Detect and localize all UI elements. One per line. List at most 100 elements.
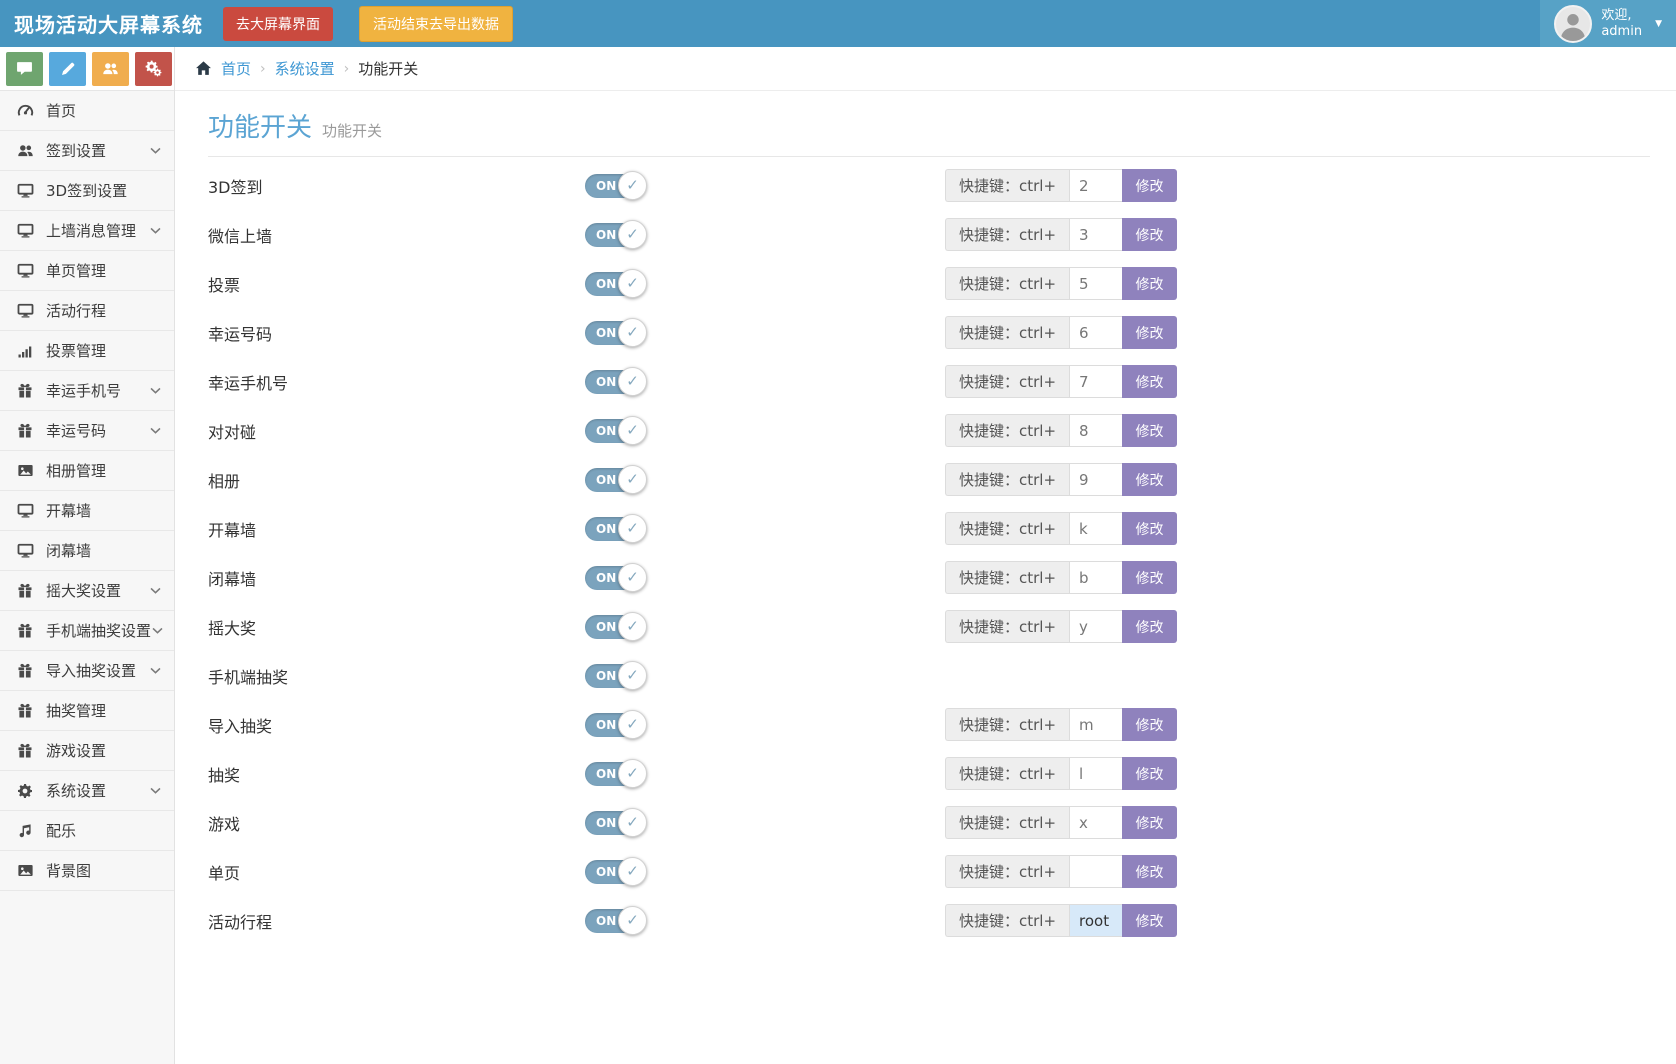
sidebar-item-17[interactable]: 游戏设置: [0, 731, 174, 771]
sidebar-item-4[interactable]: 上墙消息管理: [0, 211, 174, 251]
shortcut-prefix: 快捷键：ctrl+: [945, 855, 1069, 888]
shortcut-prefix: 快捷键：ctrl+: [945, 414, 1069, 447]
sidebar-item-6[interactable]: 活动行程: [0, 291, 174, 331]
quick-edit-button[interactable]: [49, 52, 86, 86]
check-icon: ✓: [618, 661, 647, 690]
modify-button[interactable]: 修改: [1122, 806, 1177, 839]
welcome-text: 欢迎, admin: [1601, 8, 1642, 39]
sidebar-item-1[interactable]: 首页: [0, 91, 174, 131]
modify-button[interactable]: 修改: [1122, 316, 1177, 349]
sidebar-item-12[interactable]: 闭幕墙: [0, 531, 174, 571]
modify-button[interactable]: 修改: [1122, 267, 1177, 300]
feature-toggle-on[interactable]: ON ✓: [585, 566, 643, 590]
quick-comment-button[interactable]: [6, 52, 43, 86]
breadcrumb-section-link[interactable]: 系统设置: [275, 58, 335, 79]
shortcut-input[interactable]: [1069, 561, 1122, 594]
sidebar-nav: 首页 签到设置 3D签到设置 上墙消息管理 单页管理 活动行程 投票管理 幸运手…: [0, 91, 174, 891]
feature-toggle-on[interactable]: ON ✓: [585, 321, 643, 345]
sidebar-item-5[interactable]: 单页管理: [0, 251, 174, 291]
modify-button[interactable]: 修改: [1122, 463, 1177, 496]
sidebar-item-7[interactable]: 投票管理: [0, 331, 174, 371]
feature-toggle-on[interactable]: ON ✓: [585, 762, 643, 786]
gift-icon: [17, 383, 34, 399]
sidebar-item-13[interactable]: 摇大奖设置: [0, 571, 174, 611]
sidebar-item-8[interactable]: 幸运手机号: [0, 371, 174, 411]
quick-settings-button[interactable]: [135, 52, 172, 86]
sidebar-item-9[interactable]: 幸运号码: [0, 411, 174, 451]
feature-label: 摇大奖: [208, 615, 585, 639]
caret-down-icon: ▼: [1655, 19, 1662, 29]
shortcut-input[interactable]: [1069, 855, 1122, 888]
shortcut-input[interactable]: [1069, 169, 1122, 202]
modify-button[interactable]: 修改: [1122, 610, 1177, 643]
feature-toggle-on[interactable]: ON ✓: [585, 615, 643, 639]
feature-toggle-on[interactable]: ON ✓: [585, 909, 643, 933]
title-divider: [208, 156, 1650, 157]
sidebar-item-2[interactable]: 签到设置: [0, 131, 174, 171]
shortcut-input[interactable]: [1069, 806, 1122, 839]
sidebar-item-20[interactable]: 背景图: [0, 851, 174, 891]
quick-users-button[interactable]: [92, 52, 129, 86]
sidebar-item-18[interactable]: 系统设置: [0, 771, 174, 811]
user-menu[interactable]: 欢迎, admin ▼: [1540, 0, 1676, 47]
modify-button[interactable]: 修改: [1122, 365, 1177, 398]
modify-button[interactable]: 修改: [1122, 512, 1177, 545]
sidebar-item-16[interactable]: 抽奖管理: [0, 691, 174, 731]
shortcut-input[interactable]: [1069, 463, 1122, 496]
modify-button[interactable]: 修改: [1122, 414, 1177, 447]
shortcut-group: 快捷键：ctrl+ 修改: [945, 855, 1177, 888]
modify-button[interactable]: 修改: [1122, 708, 1177, 741]
modify-button[interactable]: 修改: [1122, 561, 1177, 594]
sidebar-item-3[interactable]: 3D签到设置: [0, 171, 174, 211]
shortcut-input[interactable]: [1069, 316, 1122, 349]
music-icon: [17, 823, 34, 839]
monitor-icon: [17, 542, 34, 559]
feature-toggle-on[interactable]: ON ✓: [585, 272, 643, 296]
sidebar-item-14[interactable]: 手机端抽奖设置: [0, 611, 174, 651]
shortcut-input[interactable]: [1069, 267, 1122, 300]
shortcut-group: 快捷键：ctrl+ 修改: [945, 708, 1177, 741]
feature-toggle-on[interactable]: ON ✓: [585, 811, 643, 835]
page-title: 功能开关: [208, 107, 312, 144]
shortcut-input[interactable]: [1069, 904, 1122, 937]
feature-toggle-on[interactable]: ON ✓: [585, 860, 643, 884]
feature-toggle-on[interactable]: ON ✓: [585, 713, 643, 737]
shortcut-input[interactable]: [1069, 365, 1122, 398]
modify-button[interactable]: 修改: [1122, 904, 1177, 937]
modify-button[interactable]: 修改: [1122, 169, 1177, 202]
shortcut-input[interactable]: [1069, 512, 1122, 545]
feature-label: 导入抽奖: [208, 713, 585, 737]
shortcut-prefix: 快捷键：ctrl+: [945, 316, 1069, 349]
modify-button[interactable]: 修改: [1122, 855, 1177, 888]
feature-toggle-on[interactable]: ON ✓: [585, 370, 643, 394]
feature-toggle-on[interactable]: ON ✓: [585, 468, 643, 492]
breadcrumb-home-link[interactable]: 首页: [221, 58, 251, 79]
shortcut-input[interactable]: [1069, 757, 1122, 790]
sidebar-item-15[interactable]: 导入抽奖设置: [0, 651, 174, 691]
gear-icon: [17, 783, 34, 799]
sidebar-item-19[interactable]: 配乐: [0, 811, 174, 851]
shortcut-input[interactable]: [1069, 218, 1122, 251]
dashboard-icon: [17, 102, 34, 119]
go-big-screen-button[interactable]: 去大屏幕界面: [223, 7, 333, 41]
feature-toggle-on[interactable]: ON ✓: [585, 664, 643, 688]
shortcut-input[interactable]: [1069, 610, 1122, 643]
shortcut-input[interactable]: [1069, 708, 1122, 741]
shortcut-group: 快捷键：ctrl+ 修改: [945, 757, 1177, 790]
sidebar-item-11[interactable]: 开幕墙: [0, 491, 174, 531]
feature-toggle-on[interactable]: ON ✓: [585, 174, 643, 198]
users-icon: [17, 142, 34, 159]
monitor-icon: [17, 262, 34, 279]
feature-toggle-on[interactable]: ON ✓: [585, 419, 643, 443]
modify-button[interactable]: 修改: [1122, 218, 1177, 251]
feature-toggle-on[interactable]: ON ✓: [585, 517, 643, 541]
shell: 首页 签到设置 3D签到设置 上墙消息管理 单页管理 活动行程 投票管理 幸运手…: [0, 47, 1676, 1064]
page-subtitle: 功能开关: [322, 120, 382, 141]
shortcut-group: 快捷键：ctrl+ 修改: [945, 169, 1177, 202]
export-data-button[interactable]: 活动结束去导出数据: [359, 6, 513, 42]
modify-button[interactable]: 修改: [1122, 757, 1177, 790]
feature-toggle-on[interactable]: ON ✓: [585, 223, 643, 247]
shortcut-input[interactable]: [1069, 414, 1122, 447]
feature-label: 手机端抽奖: [208, 664, 585, 688]
sidebar-item-10[interactable]: 相册管理: [0, 451, 174, 491]
